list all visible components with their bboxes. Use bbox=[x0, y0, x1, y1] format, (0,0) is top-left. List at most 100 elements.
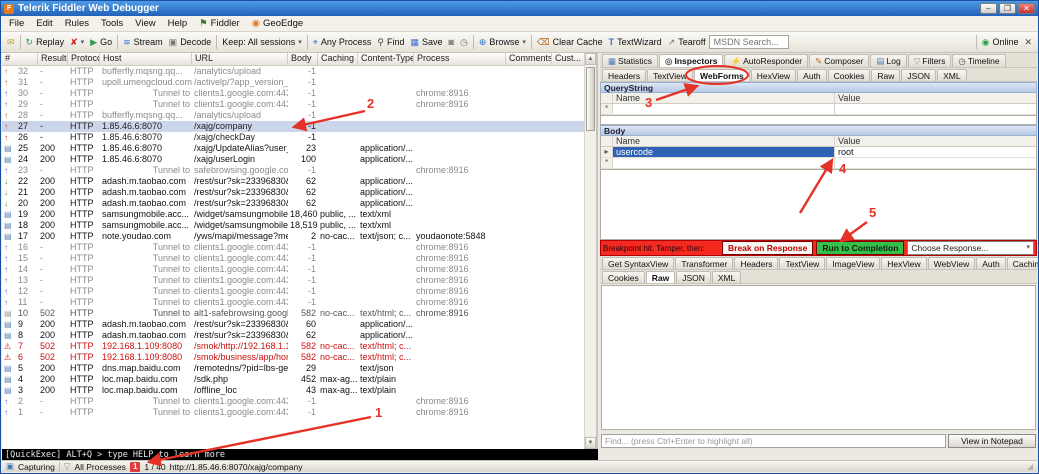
response-inspector-tab[interactable]: TextView bbox=[779, 257, 826, 269]
main-tab[interactable]: ▽ Filters bbox=[907, 54, 952, 67]
browse-button[interactable]: ⊕ Browse ▾ bbox=[476, 36, 529, 49]
process-filter-label[interactable]: All Processes bbox=[74, 462, 126, 472]
session-row[interactable]: ↑ 1 - HTTP Tunnel to clients1.google.com… bbox=[2, 407, 586, 418]
column-header[interactable]: Process bbox=[414, 53, 506, 66]
timer-button[interactable]: ◷ bbox=[457, 36, 471, 49]
session-row[interactable]: ↑ 13 - HTTP Tunnel to clients1.google.co… bbox=[2, 275, 586, 286]
session-row[interactable]: ▤ 4 200 HTTP loc.map.baidu.com /sdk.php … bbox=[2, 374, 586, 385]
minimize-button[interactable]: – bbox=[980, 3, 997, 14]
scrollbar-thumb[interactable] bbox=[586, 67, 595, 131]
column-header[interactable]: # bbox=[2, 53, 38, 66]
menu-item[interactable]: View bbox=[129, 17, 161, 30]
menu-item[interactable]: ◉ GeoEdge bbox=[246, 17, 309, 30]
decode-button[interactable]: ▣ Decode bbox=[166, 36, 215, 49]
breakpoint-count-badge[interactable]: 1 bbox=[129, 461, 141, 472]
main-tab[interactable]: ▤ Log bbox=[870, 54, 907, 67]
close-button[interactable]: ✕ bbox=[1018, 3, 1035, 14]
column-header[interactable]: URL bbox=[192, 53, 288, 66]
response-inspector-tab[interactable]: Transformer bbox=[675, 257, 734, 269]
main-tab[interactable]: ✎ Composer bbox=[809, 54, 870, 67]
replay-button[interactable]: ↻ Replay bbox=[23, 36, 68, 49]
session-row[interactable]: ↑ 28 - HTTP bufferfly.mqsng.qq... /analy… bbox=[2, 110, 586, 121]
session-row[interactable]: ▤ 24 200 HTTP 1.85.46.6:8070 /xajg/userL… bbox=[2, 154, 586, 165]
session-row[interactable]: ↓ 22 200 HTTP adash.m.taobao.com /rest/s… bbox=[2, 176, 586, 187]
session-row[interactable]: ▤ 5 200 HTTP dns.map.baidu.com /remotedn… bbox=[2, 363, 586, 374]
name-cell[interactable] bbox=[613, 158, 835, 168]
remove-sessions-button[interactable]: ✘ ▾ bbox=[67, 36, 87, 49]
column-header[interactable]: Content-Type bbox=[358, 53, 414, 66]
menu-item[interactable]: Help bbox=[162, 17, 194, 30]
body-row-usercode[interactable]: ▸ usercode root bbox=[601, 147, 1036, 158]
main-tab[interactable]: ◷ Timeline bbox=[952, 54, 1006, 67]
querystring-new-row[interactable]: * bbox=[601, 104, 1036, 115]
capturing-icon[interactable]: ▣ bbox=[6, 461, 14, 472]
main-tab[interactable]: ▦ Statistics bbox=[602, 54, 659, 67]
request-inspector-tab[interactable]: Auth bbox=[797, 69, 827, 81]
session-row[interactable]: ▤ 19 200 HTTP samsungmobile.acc... /widg… bbox=[2, 209, 586, 220]
session-row[interactable]: ↑ 30 - HTTP Tunnel to clients1.google.co… bbox=[2, 88, 586, 99]
request-inspector-tab[interactable]: Raw bbox=[871, 69, 901, 81]
response-inspector-tab[interactable]: XML bbox=[711, 271, 742, 283]
column-header[interactable]: Caching bbox=[318, 53, 358, 66]
menu-item[interactable]: ⚑ Fiddler bbox=[193, 17, 246, 30]
column-header[interactable]: Protocol bbox=[68, 53, 100, 66]
column-header[interactable]: Cust... bbox=[552, 53, 586, 66]
column-header[interactable]: Body bbox=[288, 53, 318, 66]
run-to-completion-button[interactable]: Run to Completion bbox=[816, 241, 905, 255]
msdn-search-input[interactable] bbox=[708, 35, 789, 49]
break-on-response-button[interactable]: Break on Response bbox=[722, 241, 814, 255]
session-row[interactable]: ⚠ 6 502 HTTP 192.168.1.109:8080 /smok/bu… bbox=[2, 352, 586, 363]
column-header[interactable]: Result bbox=[38, 53, 68, 66]
view-in-notepad-button[interactable]: View in Notepad bbox=[948, 433, 1036, 448]
session-row[interactable]: ▤ 10 502 HTTP Tunnel to alt1-safebrowsin… bbox=[2, 308, 586, 319]
maximize-button[interactable]: ❐ bbox=[999, 3, 1016, 14]
session-row[interactable]: ↑ 23 - HTTP Tunnel to safebrowsing.googl… bbox=[2, 165, 586, 176]
body-new-row[interactable]: * bbox=[601, 158, 1036, 169]
go-button[interactable]: ▶ Go bbox=[87, 36, 115, 49]
stream-button[interactable]: ≋ Stream bbox=[120, 36, 166, 49]
session-row[interactable]: ↑ 14 - HTTP Tunnel to clients1.google.co… bbox=[2, 264, 586, 275]
tearoff-button[interactable]: ↗ Tearoff bbox=[665, 36, 709, 49]
session-row[interactable]: ↑ 31 - HTTP upoll.umengcloud.com /active… bbox=[2, 77, 586, 88]
comment-button[interactable]: ✉ bbox=[4, 36, 18, 49]
menu-item[interactable]: Rules bbox=[59, 17, 95, 30]
screenshot-button[interactable]: ◙ bbox=[446, 36, 457, 48]
scroll-down-icon[interactable]: ▼ bbox=[585, 437, 596, 449]
session-row[interactable]: ↓ 21 200 HTTP adash.m.taobao.com /rest/s… bbox=[2, 187, 586, 198]
session-row[interactable]: ↑ 16 - HTTP Tunnel to clients1.google.co… bbox=[2, 242, 586, 253]
request-inspector-tab[interactable]: Headers bbox=[602, 69, 647, 81]
session-row[interactable]: ↑ 27 - HTTP 1.85.46.6:8070 /xajg/company… bbox=[2, 121, 586, 132]
any-process-button[interactable]: ⌖ Any Process bbox=[310, 36, 375, 49]
request-inspector-tab[interactable]: XML bbox=[937, 69, 967, 81]
response-inspector-tab[interactable]: ImageView bbox=[826, 257, 881, 269]
session-row[interactable]: ↓ 20 200 HTTP adash.m.taobao.com /rest/s… bbox=[2, 198, 586, 209]
choose-response-dropdown[interactable]: Choose Response... ▾ bbox=[907, 241, 1034, 255]
session-row[interactable]: ⚠ 7 502 HTTP 192.168.1.109:8080 /smok/ht… bbox=[2, 341, 586, 352]
find-button[interactable]: ⚲ Find bbox=[374, 36, 407, 49]
online-button[interactable]: ◉ Online bbox=[979, 36, 1022, 49]
column-header[interactable]: Comments bbox=[506, 53, 552, 66]
capturing-label[interactable]: Capturing bbox=[18, 462, 55, 472]
keep-sessions-dropdown[interactable]: Keep: All sessions ▾ bbox=[219, 36, 305, 48]
request-inspector-tab[interactable]: WebForms bbox=[694, 69, 750, 81]
name-cell[interactable] bbox=[613, 104, 835, 114]
toolbar-close-button[interactable]: ✕ bbox=[1021, 36, 1035, 49]
session-row[interactable]: ↑ 26 - HTTP 1.85.46.6:8070 /xajg/checkDa… bbox=[2, 132, 586, 143]
clear-cache-button[interactable]: ⌫ Clear Cache bbox=[534, 36, 606, 49]
response-inspector-tab[interactable]: HexView bbox=[881, 257, 927, 269]
session-row[interactable]: ▤ 9 200 HTTP adash.m.taobao.com /rest/su… bbox=[2, 319, 586, 330]
request-inspector-tab[interactable]: JSON bbox=[901, 69, 937, 81]
response-inspector-tab[interactable]: Headers bbox=[734, 257, 779, 269]
session-row[interactable]: ▤ 25 200 HTTP 1.85.46.6:8070 /xajg/Updat… bbox=[2, 143, 586, 154]
session-row[interactable]: ↑ 2 - HTTP Tunnel to clients1.google.com… bbox=[2, 396, 586, 407]
response-inspector-tab[interactable]: WebView bbox=[927, 257, 976, 269]
request-inspector-tab[interactable]: TextView bbox=[647, 69, 693, 81]
request-inspector-tab[interactable]: HexView bbox=[750, 69, 797, 81]
session-row[interactable]: ↑ 15 - HTTP Tunnel to clients1.google.co… bbox=[2, 253, 586, 264]
session-row[interactable]: ↑ 29 - HTTP Tunnel to clients1.google.co… bbox=[2, 99, 586, 110]
response-inspector-tab[interactable]: JSON bbox=[676, 271, 711, 283]
scroll-up-icon[interactable]: ▲ bbox=[585, 53, 596, 65]
column-header[interactable]: Host bbox=[100, 53, 192, 66]
session-row[interactable]: ▤ 18 200 HTTP samsungmobile.acc... /widg… bbox=[2, 220, 586, 231]
menu-item[interactable]: File bbox=[3, 17, 30, 30]
